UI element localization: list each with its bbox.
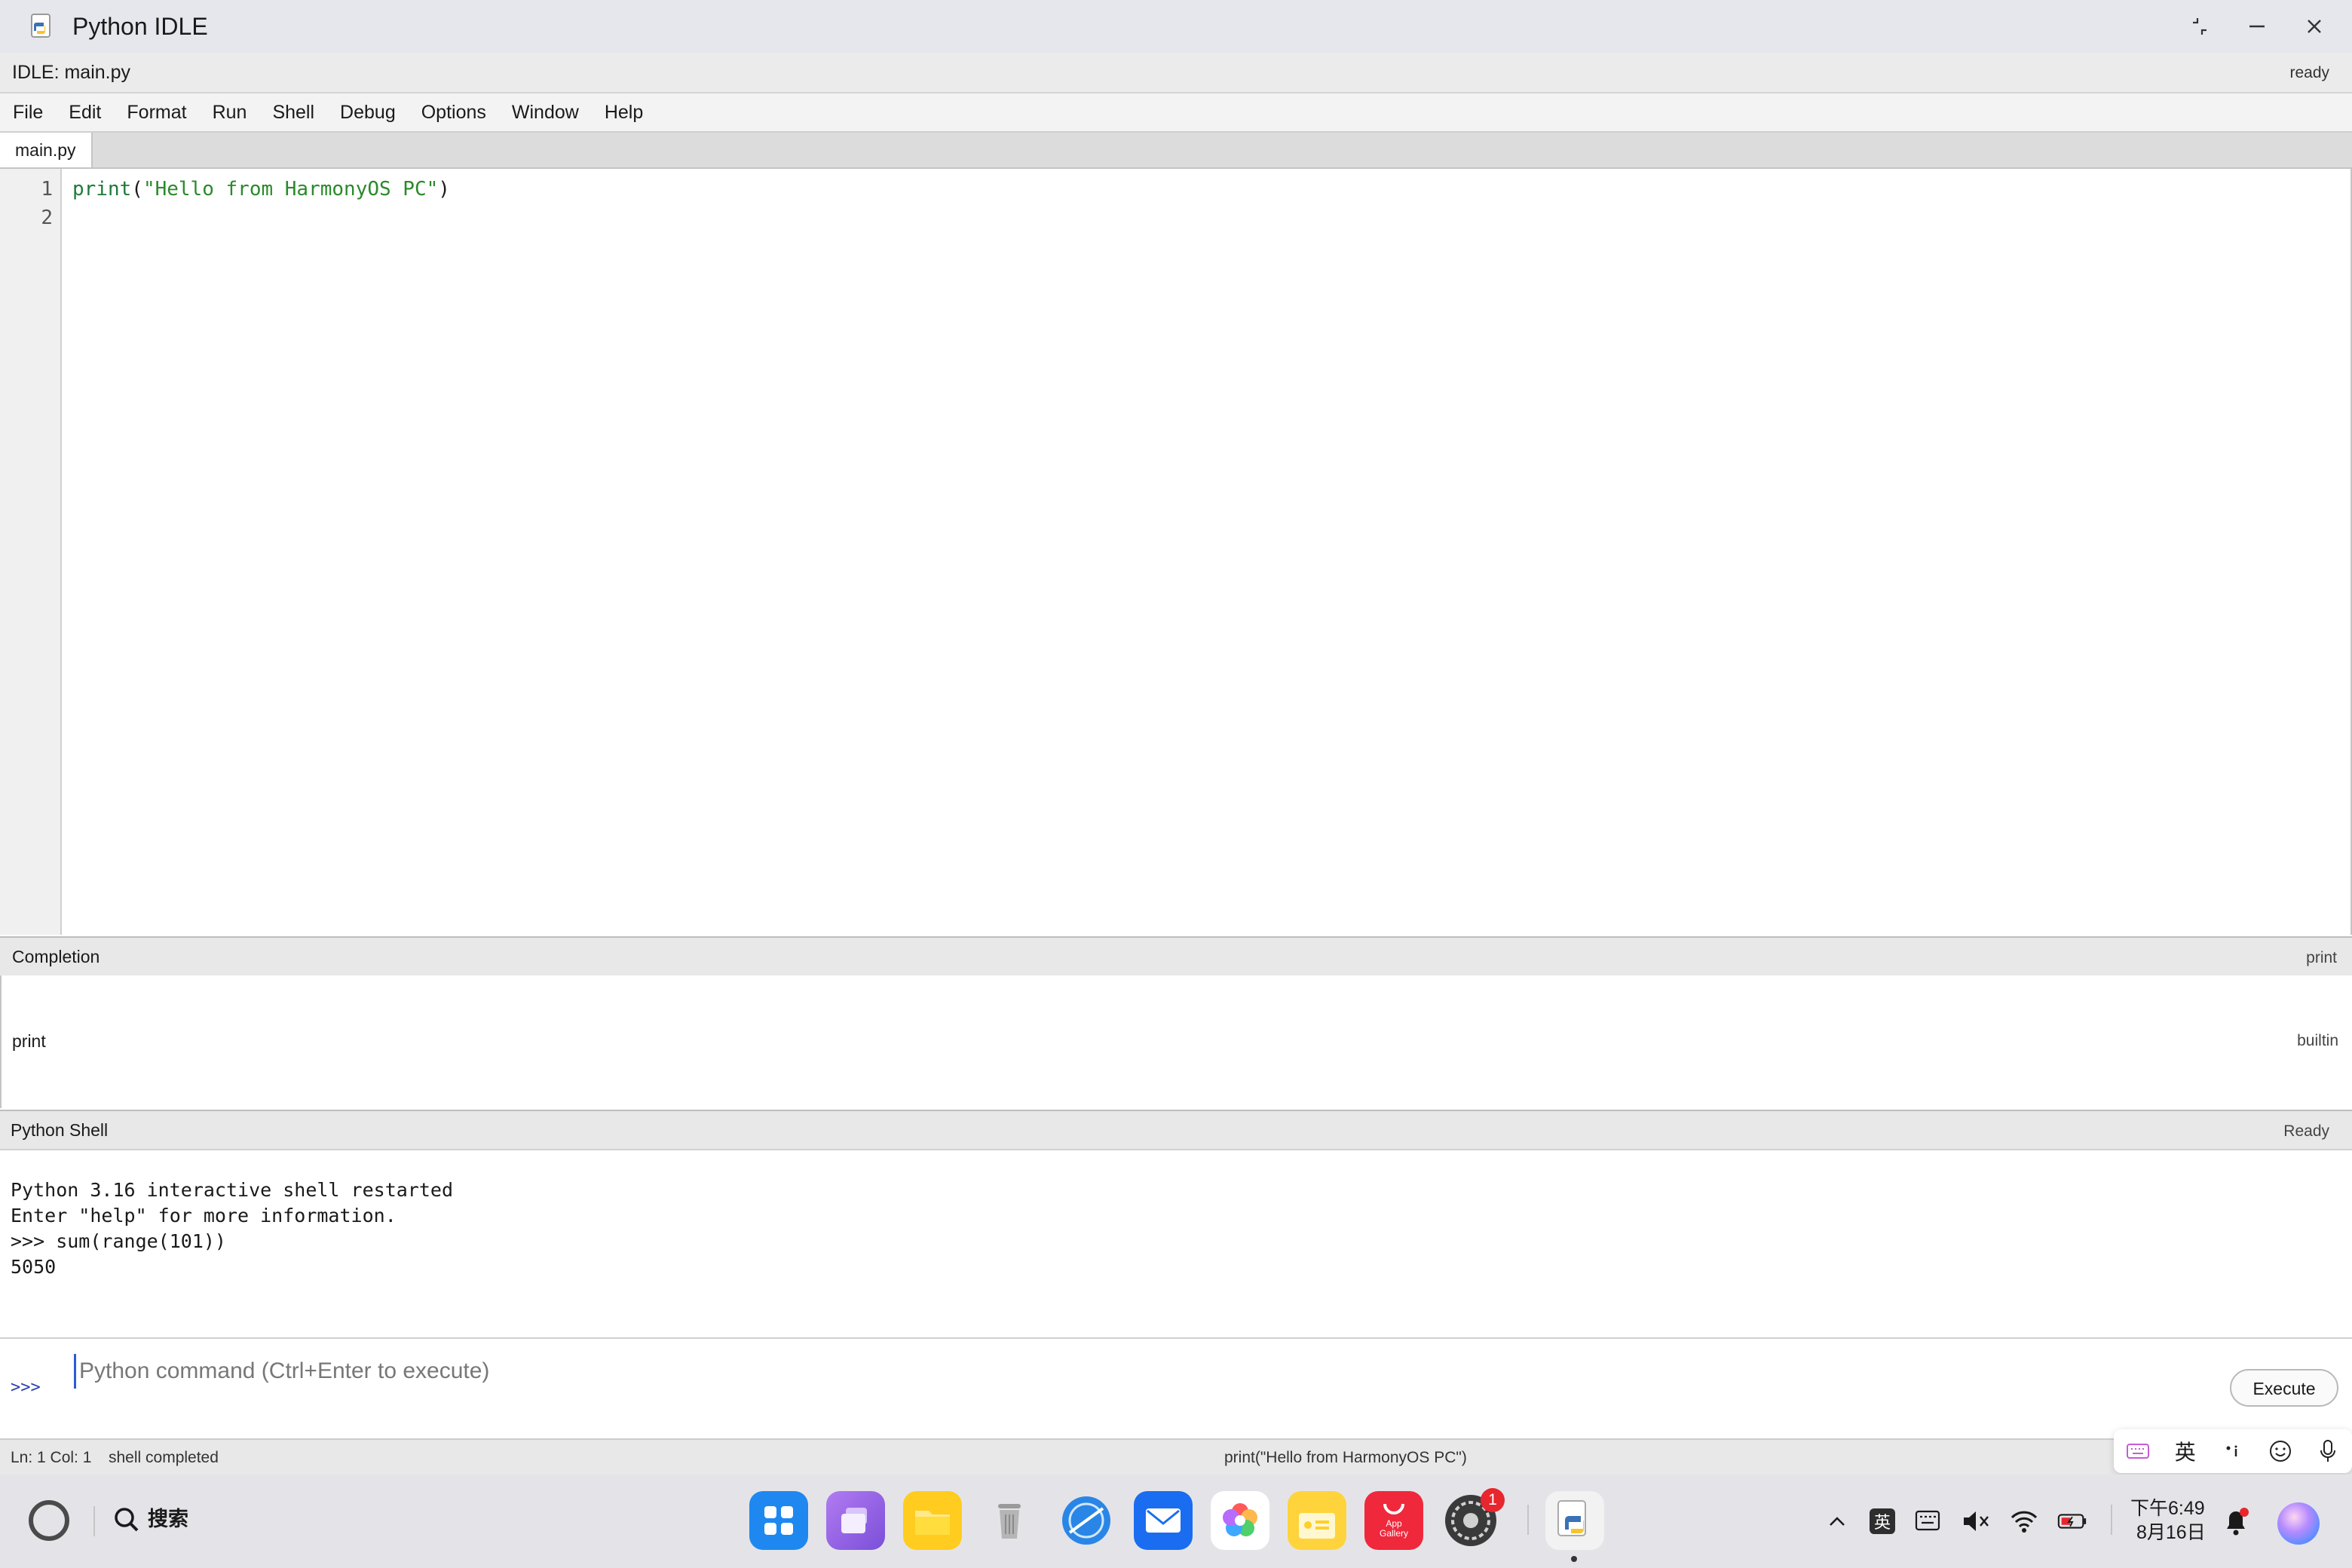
completion-title: Completion [12,947,100,966]
close-icon [2308,20,2321,33]
app-launcher-icon[interactable] [749,1491,808,1550]
status-message: shell completed [109,1449,219,1466]
ime-toolbar: 英 [2114,1429,2352,1473]
start-ring-icon [29,1500,69,1541]
punctuation-icon[interactable] [2214,1432,2252,1470]
close-button[interactable] [2292,8,2337,45]
ime-indicator-label: 英 [1873,1514,1891,1533]
tray-divider [2111,1505,2112,1535]
running-app-indicator [1571,1556,1577,1562]
volume-muted-icon[interactable] [1960,1505,1992,1537]
minimize-icon [2249,25,2265,28]
settings-icon[interactable]: 1 [1441,1488,1505,1550]
search-label[interactable]: 搜索 [148,1505,188,1533]
shell-divider [0,1337,2352,1339]
menu-file[interactable]: File [0,94,56,130]
code-function-name: print [72,178,132,201]
clock-time[interactable]: 下午6:49 [2130,1497,2205,1520]
code-paren-close: ) [438,178,450,201]
menu-debug[interactable]: Debug [327,94,409,130]
appgallery-icon[interactable]: App Gallery [1364,1491,1423,1550]
notes-icon[interactable] [1288,1491,1346,1550]
python-idle-app-icon [27,12,56,41]
completion-header: Completion print [0,936,2352,977]
editor-tab-bar: main.py [0,133,2352,169]
clock-date[interactable]: 8月16日 [2136,1521,2206,1544]
restore-button[interactable] [2177,8,2222,45]
window-title: Python IDLE [72,13,208,40]
menu-help[interactable]: Help [592,94,656,130]
gallery-icon[interactable] [1211,1491,1269,1550]
keyboard-layout-icon[interactable] [1912,1505,1943,1537]
mail-icon[interactable] [1134,1491,1193,1550]
trash-icon[interactable] [980,1491,1039,1550]
battery-charging-icon[interactable] [2056,1505,2088,1537]
menu-run[interactable]: Run [200,94,260,130]
microphone-icon[interactable] [2309,1432,2347,1470]
menu-options[interactable]: Options [409,94,499,130]
notification-bell-icon[interactable] [2221,1505,2251,1542]
appgallery-label: App Gallery [1379,1518,1408,1539]
files-icon[interactable] [903,1491,962,1550]
window-titlebar: Python IDLE [0,0,2352,53]
ime-indicator[interactable]: 英 [1870,1508,1895,1534]
idle-document-title: IDLE: main.py [12,62,131,83]
wifi-icon[interactable] [2008,1505,2040,1537]
emoji-icon[interactable] [2262,1432,2299,1470]
completion-current-word: print [2306,949,2337,966]
shell-status: Ready [2283,1122,2329,1140]
code-line[interactable]: print("Hello from HarmonyOS PC") [72,175,450,204]
completion-item-kind: builtin [2297,1032,2338,1049]
shell-command-input[interactable] [74,1354,2190,1389]
tab-main-py[interactable]: main.py [0,133,93,167]
minimize-button[interactable] [2234,8,2280,45]
taskbar-divider [93,1506,95,1536]
taskbar: 搜索 App Gallery 1 英 下午6:49 8月16日 [0,1475,2352,1568]
code-paren-open: ( [131,178,143,201]
code-string-literal: "Hello from HarmonyOS PC" [142,178,439,201]
completion-item[interactable]: print builtin [2,1021,2349,1061]
execute-button[interactable]: Execute [2230,1369,2338,1407]
line-number-gutter: 1 2 [0,169,62,935]
shell-header: Python Shell Ready [0,1110,2352,1150]
chevron-up-icon[interactable] [1821,1505,1853,1537]
menu-format[interactable]: Format [114,94,199,130]
shell-prompt: >>> [11,1378,41,1397]
line-number: 2 [41,207,53,229]
shell-title: Python Shell [11,1120,109,1140]
status-current-code: print("Hello from HarmonyOS PC") [1224,1449,1467,1466]
menu-window[interactable]: Window [499,94,592,130]
menu-shell[interactable]: Shell [259,94,327,130]
completion-item-name: print [12,1031,46,1051]
python-idle-icon[interactable] [1545,1491,1604,1550]
menu-edit[interactable]: Edit [56,94,114,130]
ime-mode-toggle[interactable]: 英 [2167,1432,2204,1470]
line-number: 1 [41,178,53,201]
status-bar: Ln: 1 Col: 1 shell completed print("Hell… [0,1438,2352,1475]
settings-notification-badge: 1 [1481,1488,1505,1512]
dock-divider [1527,1505,1529,1535]
search-icon[interactable] [112,1505,142,1539]
cursor-position: Ln: 1 Col: 1 [11,1449,92,1466]
keyboard-icon[interactable] [2119,1432,2157,1470]
idle-header: IDLE: main.py ready [0,53,2352,93]
browser-icon[interactable] [1057,1491,1116,1550]
completion-list: print builtin [0,975,2352,1108]
code-editor[interactable]: 1 2 print("Hello from HarmonyOS PC") [0,169,2352,935]
start-button[interactable] [26,1497,72,1544]
idle-status-text: ready [2289,64,2329,81]
shell-output: Python 3.16 interactive shell restarted … [11,1179,453,1278]
multitask-icon[interactable] [826,1491,885,1550]
restore-icon [2193,18,2207,35]
menu-bar: File Edit Format Run Shell Debug Options… [0,93,2352,133]
assistant-orb-icon[interactable] [2275,1500,2322,1551]
system-tray: 英 [1821,1500,2088,1542]
